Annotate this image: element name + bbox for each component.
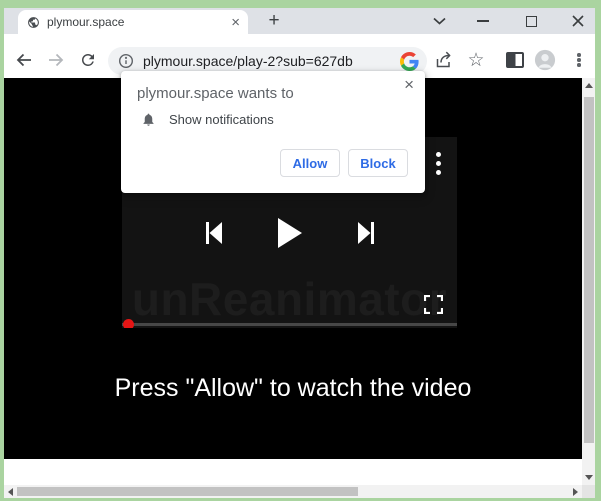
star-icon: ☆ xyxy=(467,51,484,70)
scroll-down-icon[interactable] xyxy=(585,475,593,480)
forward-button[interactable] xyxy=(44,48,68,72)
window-chevron-button[interactable] xyxy=(427,8,451,34)
fullscreen-icon xyxy=(424,295,443,314)
maximize-icon xyxy=(526,16,537,27)
horizontal-scrollbar-thumb[interactable] xyxy=(17,487,358,496)
avatar-icon xyxy=(534,49,556,71)
notification-permission-popup: × plymour.space wants to Show notificati… xyxy=(121,71,425,193)
next-track-icon xyxy=(358,222,374,244)
fullscreen-button[interactable] xyxy=(424,295,443,314)
window-close-button[interactable] xyxy=(566,8,590,34)
scrollbar-corner xyxy=(582,485,595,498)
popup-close-icon[interactable]: × xyxy=(404,76,414,93)
tab-strip: plymour.space × + xyxy=(4,8,595,34)
popup-title: plymour.space wants to xyxy=(137,85,294,102)
play-button[interactable] xyxy=(278,218,302,248)
scroll-left-icon[interactable] xyxy=(8,488,13,496)
bell-icon xyxy=(141,112,156,127)
reload-icon xyxy=(79,51,97,69)
play-icon xyxy=(278,218,302,248)
browser-tab[interactable]: plymour.space × xyxy=(18,10,248,34)
window-maximize-button[interactable] xyxy=(519,8,543,34)
browser-menu-button[interactable] xyxy=(567,48,591,72)
block-button[interactable]: Block xyxy=(348,149,408,177)
page-message: Press "Allow" to watch the video xyxy=(4,374,582,403)
vertical-scrollbar-thumb[interactable] xyxy=(584,97,594,443)
player-menu-icon[interactable] xyxy=(436,148,441,179)
google-g-icon[interactable] xyxy=(400,52,419,71)
allow-button[interactable]: Allow xyxy=(280,149,340,177)
url-text[interactable]: plymour.space/play-2?sub=627db xyxy=(143,53,400,69)
tab-title: plymour.space xyxy=(47,15,231,29)
new-tab-button[interactable]: + xyxy=(260,8,288,34)
tab-close-icon[interactable]: × xyxy=(231,15,240,30)
window-minimize-button[interactable] xyxy=(471,8,495,34)
scroll-right-icon[interactable] xyxy=(573,488,578,496)
profile-button[interactable] xyxy=(533,48,557,72)
permission-label: Show notifications xyxy=(169,112,274,127)
side-panel-button[interactable] xyxy=(503,48,527,72)
player-progress-handle[interactable] xyxy=(123,319,134,328)
side-panel-icon xyxy=(506,52,524,68)
back-arrow-icon xyxy=(15,51,33,69)
previous-track-button[interactable] xyxy=(206,222,222,244)
minimize-icon xyxy=(477,20,489,22)
share-icon xyxy=(434,50,454,70)
player-progress-bar[interactable] xyxy=(122,323,457,326)
page-bottom-strip xyxy=(4,459,582,485)
info-icon[interactable] xyxy=(118,53,134,69)
window-close-icon xyxy=(572,15,584,27)
next-track-button[interactable] xyxy=(358,222,374,244)
player-watermark: unReanimator xyxy=(122,272,457,326)
share-button[interactable] xyxy=(432,48,456,72)
bookmark-button[interactable]: ☆ xyxy=(464,48,488,72)
scroll-up-icon[interactable] xyxy=(585,83,593,88)
player-controls xyxy=(122,218,457,248)
forward-arrow-icon xyxy=(47,51,65,69)
menu-dots-icon xyxy=(577,52,581,69)
back-button[interactable] xyxy=(12,48,36,72)
permission-row: Show notifications xyxy=(141,112,274,127)
globe-favicon-icon xyxy=(27,16,40,29)
reload-button[interactable] xyxy=(76,48,100,72)
chevron-down-icon xyxy=(433,17,446,25)
previous-track-icon xyxy=(206,222,222,244)
